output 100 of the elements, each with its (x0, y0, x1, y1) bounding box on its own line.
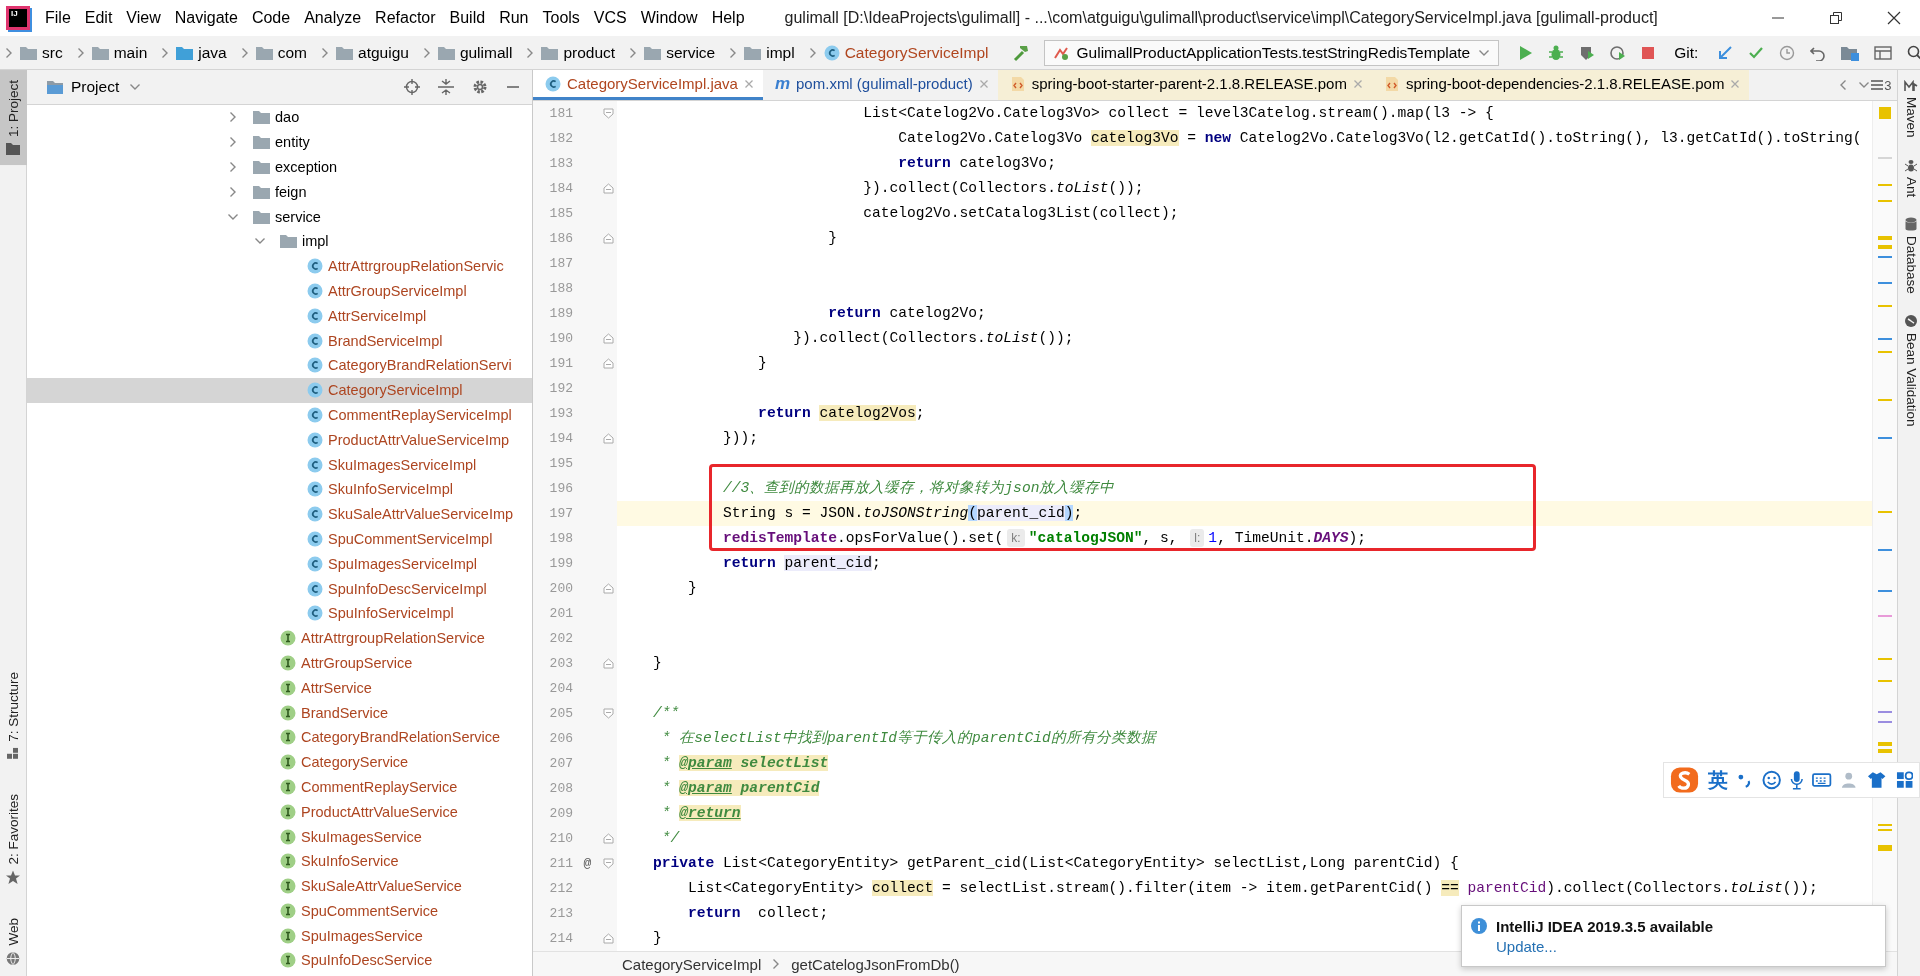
tree-item[interactable]: AttrAttrgroupRelationServic (27, 253, 532, 279)
tool-window-tab[interactable]: Bean Validation (1898, 313, 1920, 427)
fold-marker-icon[interactable] (603, 658, 614, 669)
tool-window-tab[interactable]: Ant (1898, 157, 1920, 197)
tree-item[interactable]: CategoryService (27, 749, 532, 775)
fold-marker-icon[interactable] (603, 433, 614, 444)
tree-item[interactable]: AttrAttrgroupRelationService (27, 625, 532, 651)
editor-tab[interactable]: m pom.xml (gulimall-product) (762, 70, 998, 100)
tree-item[interactable]: entity (27, 129, 532, 155)
fold-marker-icon[interactable] (603, 583, 614, 594)
tree-item[interactable]: BrandService (27, 700, 532, 725)
breadcrumb-item[interactable]: CategoryServiceImpl (622, 955, 762, 973)
chevron-icon[interactable] (228, 136, 238, 149)
run-icon[interactable] (1517, 44, 1534, 61)
tree-item[interactable]: ProductAttrValueService (27, 799, 532, 825)
profiler-icon[interactable] (1610, 44, 1627, 61)
editor-tab[interactable]: spring-boot-starter-parent-2.1.8.RELEASE.pom (997, 70, 1372, 100)
tree-item[interactable]: AttrServiceImpl (27, 303, 532, 329)
menu-item[interactable]: Navigate (174, 9, 238, 27)
tree-item[interactable]: AttrGroupServiceImpl (27, 278, 532, 304)
tree-item[interactable]: BrandServiceImpl (27, 328, 532, 353)
chevron-icon[interactable] (228, 161, 238, 173)
tree-item[interactable]: AttrGroupService (27, 650, 532, 676)
menu-item[interactable]: Build (449, 9, 486, 27)
tree-item[interactable]: SpuInfoServiceImpl (27, 600, 532, 626)
undo-icon[interactable] (1810, 44, 1827, 61)
menu-item[interactable]: Help (711, 9, 745, 27)
tree-item[interactable]: SpuImagesServiceImpl (27, 551, 532, 577)
breadcrumb-item[interactable]: product (541, 43, 616, 62)
tool-window-tab[interactable]: Web (0, 908, 27, 976)
breadcrumb-item[interactable]: getCatelogJsonFromDb() (791, 955, 960, 973)
tab-list-button[interactable]: 3 (1858, 77, 1892, 93)
breadcrumb-item[interactable]: src (20, 43, 63, 62)
tree-item[interactable]: CategoryBrandRelationService (27, 724, 532, 750)
tree-item[interactable]: SpuCommentServiceImpl (27, 526, 532, 552)
grid-icon[interactable] (1895, 771, 1913, 789)
fold-marker-icon[interactable] (603, 358, 614, 369)
coverage-icon[interactable] (1579, 44, 1596, 61)
chevron-icon[interactable] (227, 211, 239, 222)
hammer-icon[interactable] (1011, 43, 1030, 62)
chevron-icon[interactable] (228, 185, 238, 198)
breadcrumb-item[interactable]: atguigu (336, 43, 409, 62)
tree-item[interactable]: SkuImagesService (27, 824, 532, 849)
chevron-icon[interactable] (228, 111, 238, 124)
tree-item[interactable]: SkuSaleAttrValueService (27, 873, 532, 899)
breadcrumb-item[interactable]: main (91, 43, 148, 62)
breadcrumb-item[interactable]: service (644, 43, 716, 62)
tree-item[interactable]: SkuInfoService (27, 848, 532, 874)
menu-item[interactable]: Code (251, 9, 291, 27)
tool-window-tab[interactable]: 1: Project (0, 70, 27, 166)
tree-item[interactable]: SpuInfoDescService (27, 948, 532, 973)
menu-item[interactable]: Refactor (375, 9, 436, 27)
fold-marker-icon[interactable] (603, 183, 614, 194)
stop-icon[interactable] (1641, 45, 1656, 60)
fold-marker-icon[interactable] (603, 233, 614, 244)
breadcrumb-item[interactable]: gulimall (437, 43, 513, 62)
fold-marker-icon[interactable] (603, 833, 614, 844)
tool-window-tab[interactable]: Database (1898, 216, 1920, 294)
menu-item[interactable]: Window (640, 9, 698, 27)
menu-item[interactable]: VCS (593, 9, 627, 27)
tree-item[interactable]: CategoryServiceImpl (27, 377, 532, 403)
search-icon[interactable] (1907, 44, 1920, 61)
update-arrow-icon[interactable] (1717, 44, 1734, 61)
tree-item[interactable]: SpuCommentService (27, 898, 532, 924)
tree-item[interactable]: dao (27, 105, 532, 130)
tool-window-tab[interactable]: 7: Structure (0, 662, 27, 770)
tree-item[interactable]: SkuInfoServiceImpl (27, 476, 532, 502)
fold-marker-icon[interactable] (603, 708, 614, 719)
bug-icon[interactable] (1548, 44, 1565, 61)
restore-icon[interactable] (1829, 11, 1844, 25)
breadcrumb-item[interactable]: java (176, 43, 227, 62)
menu-item[interactable]: View (126, 9, 161, 27)
editor-tab[interactable]: CategoryServiceImpl.java (533, 70, 763, 100)
tool-window-tab[interactable]: Maven (1898, 80, 1920, 138)
tree-item[interactable]: exception (27, 154, 532, 180)
tree-item[interactable]: ProductAttrValueServiceImp (27, 427, 532, 453)
menu-item[interactable]: Analyze (304, 9, 362, 27)
scroll-left-icon[interactable] (1838, 79, 1849, 91)
editor-tab[interactable]: spring-boot-dependencies-2.1.8.RELEASE.pom (1371, 70, 1750, 100)
panel-title-dropdown[interactable]: Project (71, 78, 142, 96)
fold-marker-icon[interactable] (603, 933, 614, 944)
emoji-icon[interactable] (1761, 770, 1781, 790)
folder-icon[interactable] (1841, 44, 1860, 61)
tool-window-tab[interactable]: 2: Favorites (0, 783, 27, 895)
menu-item[interactable]: Run (499, 9, 529, 27)
tree-item[interactable]: SpuInfoDescServiceImpl (27, 576, 532, 601)
keyboard-icon[interactable] (1812, 772, 1832, 788)
tree-item[interactable]: impl (27, 229, 532, 254)
clock-icon[interactable] (1779, 44, 1796, 61)
input-mode-toggle[interactable]: 英 (1708, 766, 1729, 794)
close-icon[interactable] (1887, 11, 1902, 25)
tree-item[interactable]: service (27, 204, 532, 229)
tree-item[interactable]: AttrService (27, 675, 532, 701)
breadcrumb-item[interactable]: com (255, 43, 307, 62)
breadcrumb-item[interactable]: CategoryServiceImpl (823, 43, 989, 62)
tree-item[interactable]: CommentReplayService (27, 774, 532, 800)
collapse-all-icon[interactable] (438, 79, 454, 95)
settings-icon[interactable] (472, 79, 488, 95)
tree-item[interactable]: SpuImagesService (27, 923, 532, 949)
tree-item[interactable]: CategoryBrandRelationServi (27, 352, 532, 378)
